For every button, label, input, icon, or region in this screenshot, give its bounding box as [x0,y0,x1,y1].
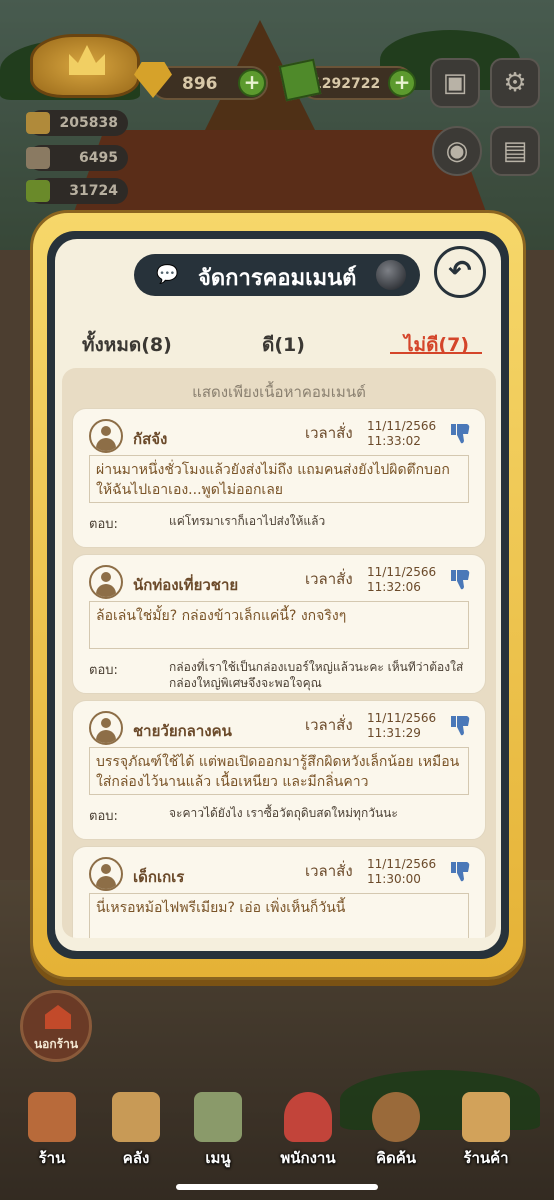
order-timestamp: 11/11/2566 11:33:02 [367,419,436,449]
order-time-label: เวลาสั่ง [305,570,353,588]
comment-text: นี่เหรอหม้อไฟพรีเมียม? เอ่อ เพิ่งเห็นก็ว… [89,893,469,938]
nav-label: ร้านค้า [463,1149,509,1167]
customer-name: เด็กเกเร [133,868,185,886]
avatar [89,565,123,599]
customer-name: กัสจัง [133,430,168,448]
gem-value: 896 [182,74,218,94]
reply-label: ตอบ: [89,663,118,678]
comment-text: ล้อเล่นใช่มั้ย? กล่องข้าวเล็กแค่นี้? งกจ… [89,601,469,649]
list-header: แสดงเพียงเนื้อหาคอมเมนต์ [192,383,366,401]
reply-label: ตอบ: [89,809,118,824]
nav-label: คลัง [122,1149,150,1167]
nav-menu[interactable]: เมนู [180,1090,256,1170]
comment-card: ชายวัยกลางคน เวลาสั่ง 11/11/2566 11:31:2… [72,700,486,840]
stat-value: 6495 [79,150,118,166]
stat-counter-1: 205838 [26,110,128,136]
order-time: 11:32:06 [367,580,421,594]
reply-text: แค่โทรมาเราก็เอาไปส่งให้แล้ว [169,514,326,528]
avatar [89,857,123,891]
outside-shop-label: นอกร้าน [33,1037,79,1051]
order-time: 11:30:00 [367,872,421,886]
avatar [89,419,123,453]
order-time-label: เวลาสั่ง [305,862,353,880]
thumbs-down-icon [451,862,470,882]
store-stall-icon [462,1092,510,1142]
stat-value: 31724 [69,183,118,199]
stat-counter-2: 6495 [26,145,128,171]
thumbs-down-icon [451,716,470,736]
reply-text: จะคาวได้ยังไง เราซื้อวัตถุดิบสดใหม่ทุกวั… [169,806,398,820]
comment-card: เด็กเกเร เวลาสั่ง 11/11/2566 11:30:00 นี… [72,846,486,938]
cart-icon [26,147,50,169]
ball-ornament [376,260,406,290]
book-stat-icon [26,180,50,202]
comment-text: บรรจุภัณฑ์ใช้ได้ แต่พอเปิดออกมารู้สึกผิด… [89,747,469,795]
thumbs-down-icon [451,570,470,590]
back-button[interactable]: ↶ [434,246,486,298]
undo-arrow-icon: ↶ [448,254,472,287]
book-icon[interactable]: ▤ [490,126,540,176]
nav-label: ร้าน [38,1149,66,1167]
active-tab-indicator [390,352,482,354]
comment-text: ผ่านมาหนึ่งชั่วโมงแล้วยังส่งไม่ถึง แถมคน… [89,455,469,503]
nav-shop[interactable]: ร้าน [14,1090,90,1170]
order-date: 11/11/2566 [367,711,437,725]
tab-all[interactable]: ทั้งหมด(8) [82,330,172,360]
order-date: 11/11/2566 [367,565,437,579]
order-time: 11:31:29 [367,726,421,740]
eye-icon[interactable]: ◉ [432,126,482,176]
nav-label: เมนู [205,1149,231,1167]
chat-icon: 💬 [156,264,179,285]
order-time-label: เวลาสั่ง [305,424,353,442]
boxes-icon [112,1092,160,1142]
nav-store[interactable]: ร้านค้า [448,1090,524,1170]
thumbs-down-icon [451,424,470,444]
dialog-title: จัดการคอมเมนต์ [198,266,357,291]
menu-clipboard-icon [194,1092,242,1142]
add-cash-button[interactable]: + [388,69,416,97]
order-time-label: เวลาสั่ง [305,716,353,734]
nav-staff[interactable]: พนักงาน [270,1090,346,1170]
tab-good[interactable]: ดี(1) [262,330,305,360]
reply-label: ตอบ: [89,517,118,532]
crown-icon [69,45,105,75]
dialog-title-bar: 💬 จัดการคอมเมนต์ [134,254,420,296]
add-gems-button[interactable]: + [238,69,266,97]
order-date: 11/11/2566 [367,419,437,433]
shop-rank-badge[interactable] [30,34,140,98]
customer-name: นักท่องเที่ยวชาย [133,576,239,594]
nav-label: พนักงาน [280,1149,336,1167]
comment-card: กัสจัง เวลาสั่ง 11/11/2566 11:33:02 ผ่าน… [72,408,486,548]
cooking-pot-icon [372,1092,420,1142]
reply-text: กล่องที่เราใช้เป็นกล่องเบอร์ใหญ่แล้วนะคะ… [169,660,464,690]
gear-icon[interactable]: ⚙ [490,58,540,108]
staff-icon [284,1092,332,1142]
house-icon [45,1005,71,1029]
outside-shop-button[interactable]: นอกร้าน [20,990,92,1062]
nav-label: คิดค้น [375,1149,417,1167]
order-timestamp: 11/11/2566 11:32:06 [367,565,436,595]
home-indicator[interactable] [176,1184,378,1190]
nav-storage[interactable]: คลัง [98,1090,174,1170]
bowl-icon [26,112,50,134]
cash-value: 1292722 [312,76,381,92]
order-time: 11:33:02 [367,434,421,448]
shop-building-icon [28,1092,76,1142]
order-date: 11/11/2566 [367,857,437,871]
cash-icon [278,58,322,102]
tab-bad[interactable]: ไม่ดี(7) [404,330,469,360]
comment-list[interactable]: แสดงเพียงเนื้อหาคอมเมนต์ กัสจัง เวลาสั่ง… [62,368,496,938]
comment-card: นักท่องเที่ยวชาย เวลาสั่ง 11/11/2566 11:… [72,554,486,694]
stat-counter-3: 31724 [26,178,128,204]
avatar [89,711,123,745]
nav-research[interactable]: คิดค้น [358,1090,434,1170]
camera-icon[interactable]: ▣ [430,58,480,108]
order-timestamp: 11/11/2566 11:31:29 [367,711,436,741]
order-timestamp: 11/11/2566 11:30:00 [367,857,436,887]
customer-name: ชายวัยกลางคน [133,722,232,740]
stat-value: 205838 [59,115,118,131]
